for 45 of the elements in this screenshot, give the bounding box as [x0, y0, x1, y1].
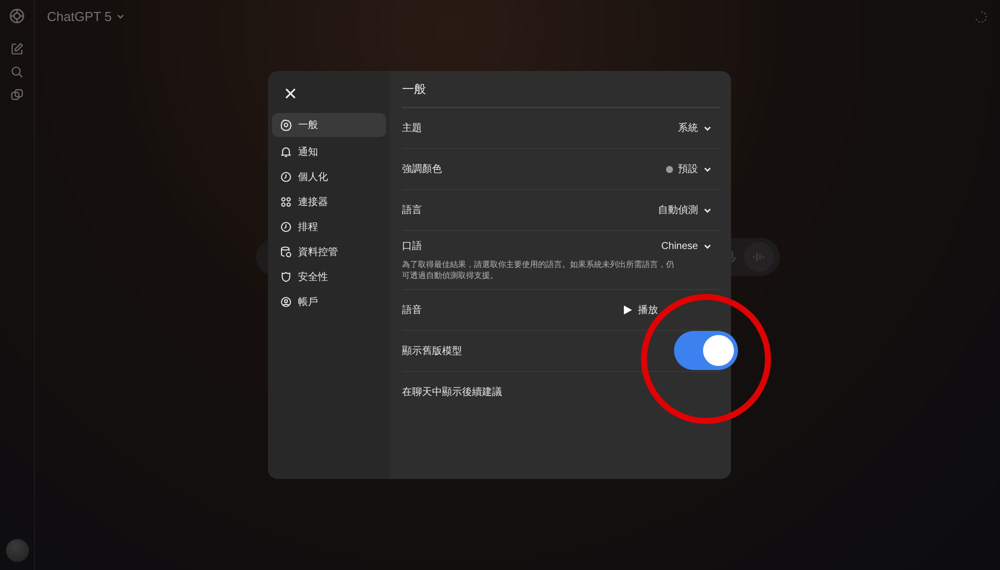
- nav-item[interactable]: 安全性: [272, 266, 386, 287]
- library-icon[interactable]: [10, 88, 24, 102]
- search-icon[interactable]: [10, 65, 24, 79]
- setting-label: 語音: [402, 304, 423, 317]
- setting-label: 口語: [402, 240, 423, 253]
- setting-label: 語言: [402, 204, 423, 217]
- shield-icon: [280, 270, 292, 282]
- setting-label: 主題: [402, 122, 423, 135]
- loading-icon: [974, 10, 988, 24]
- nav-item[interactable]: 一般: [272, 113, 386, 137]
- bell-icon: [280, 146, 292, 158]
- close-icon: [284, 88, 296, 98]
- setting-label: 在聊天中顯示後續建議: [402, 386, 503, 399]
- circles-icon: [280, 196, 292, 208]
- user-icon: [280, 296, 292, 308]
- nav-item[interactable]: 連接器: [272, 191, 386, 212]
- database-icon: [280, 246, 292, 258]
- model-title[interactable]: ChatGPT 5: [47, 9, 112, 24]
- new-chat-icon[interactable]: [10, 42, 24, 56]
- clock-icon: [280, 170, 292, 182]
- toggle-switch[interactable]: [674, 331, 738, 370]
- nav-item[interactable]: 個人化: [272, 166, 386, 187]
- caret-icon[interactable]: [116, 12, 125, 21]
- nav-item[interactable]: 帳戶: [272, 291, 386, 312]
- waveform-icon: [752, 251, 766, 263]
- play-icon: [623, 304, 632, 315]
- setting-label: 顯示舊版模型: [402, 344, 463, 358]
- clock-icon: [280, 220, 292, 232]
- setting-description: 為了取得最佳結果，請選取你主要使用的語言。如果系統未列出所需語言，仍可透過自動偵測取得支援。: [402, 260, 675, 282]
- chevron-icon: [703, 206, 712, 214]
- play-button[interactable]: 播放: [623, 302, 720, 317]
- nav-item[interactable]: 排程: [272, 216, 386, 237]
- chevron-icon: [703, 164, 712, 174]
- logo-icon[interactable]: [9, 8, 25, 24]
- section-heading: 一般: [402, 79, 720, 108]
- dropdown[interactable]: 預設: [666, 162, 720, 176]
- chevron-icon: [703, 242, 712, 250]
- dropdown[interactable]: 系統: [678, 121, 720, 135]
- dropdown[interactable]: Chinese: [661, 240, 720, 252]
- dropdown[interactable]: 自動偵測: [658, 203, 720, 217]
- settings-icon: [280, 119, 292, 131]
- nav-item[interactable]: 資料控管: [272, 241, 386, 262]
- chevron-icon: [703, 124, 712, 132]
- setting-label: 強調顏色: [402, 162, 443, 176]
- nav-item[interactable]: 通知: [272, 141, 386, 162]
